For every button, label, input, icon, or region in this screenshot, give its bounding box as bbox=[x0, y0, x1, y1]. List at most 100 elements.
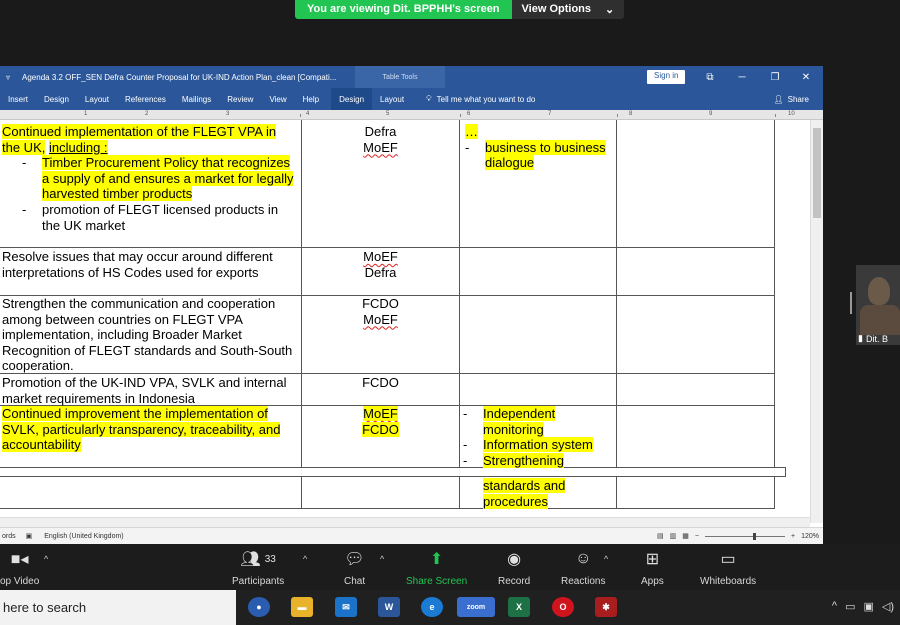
share-screen-icon: ⬆︎ bbox=[429, 551, 444, 568]
read-mode-icon[interactable]: ▤ bbox=[657, 532, 664, 540]
tab-table-layout[interactable]: Layout bbox=[372, 95, 412, 104]
tab-help[interactable]: Help bbox=[295, 95, 327, 104]
share-label: Share bbox=[787, 94, 809, 104]
view-options-button[interactable]: View Options ⌄ bbox=[511, 0, 625, 19]
video-options-caret-icon[interactable]: ^ bbox=[44, 554, 48, 564]
row1-lead-text: Continued implementation of the FLEGT VP… bbox=[2, 124, 277, 155]
row1-org-1: Defra bbox=[364, 124, 397, 139]
document-title: Agenda 3.2 OFF_SEN Defra Counter Proposa… bbox=[22, 72, 337, 82]
quick-access-caret-icon[interactable]: ▿ bbox=[6, 73, 10, 82]
tab-insert[interactable]: Insert bbox=[0, 95, 36, 104]
row1-bullet-2-text: promotion of FLEGT licensed products in … bbox=[42, 201, 279, 233]
vertical-scrollbar[interactable] bbox=[810, 120, 823, 523]
volume-icon[interactable]: ◁) bbox=[882, 600, 894, 613]
row4-org-cell[interactable]: FCDO bbox=[302, 375, 459, 391]
print-layout-icon[interactable]: ▥ bbox=[670, 532, 677, 540]
show-hidden-icons-icon[interactable]: ^ bbox=[832, 600, 837, 613]
participants-label: Participants bbox=[232, 576, 285, 587]
record-button[interactable]: ◉ Record bbox=[498, 548, 530, 587]
row5-output-cell[interactable]: - Independent monitoring - Information s… bbox=[463, 406, 615, 468]
chat-label: Chat bbox=[344, 576, 366, 587]
row5-org-cell[interactable]: MoEF FCDO bbox=[302, 406, 459, 437]
chat-bubble-icon: 💬︎ bbox=[344, 551, 365, 568]
network-icon[interactable]: ▭ bbox=[845, 600, 855, 613]
row1-bullet-1-text: Timber Procurement Policy that recognize… bbox=[42, 155, 294, 202]
opera-icon[interactable]: O bbox=[552, 597, 574, 617]
tab-references[interactable]: References bbox=[117, 95, 174, 104]
video-camera-icon: ■◂ bbox=[10, 551, 29, 568]
word-taskbar-icon[interactable]: W bbox=[378, 597, 400, 617]
row6-output-cell[interactable]: standards and procedures bbox=[483, 478, 613, 509]
thumbnail-drag-handle[interactable] bbox=[850, 292, 852, 314]
proofing-icon[interactable]: ▣ bbox=[26, 532, 33, 540]
chevron-down-icon: ⌄ bbox=[605, 4, 615, 16]
word-count-status[interactable]: ords bbox=[2, 533, 16, 540]
lightbulb-icon: 💡︎ bbox=[426, 94, 432, 103]
display-icon[interactable]: ▣ bbox=[863, 600, 873, 613]
horizontal-ruler[interactable]: 1 2 3 4 5 6 7 8 9 10 bbox=[0, 110, 823, 120]
chat-button[interactable]: 💬︎ Chat bbox=[344, 548, 365, 587]
mail-icon[interactable]: ✉ bbox=[335, 597, 357, 617]
share-screen-button[interactable]: ⬆︎ Share Screen bbox=[406, 548, 467, 587]
row1-output-cell[interactable]: … - business to business dialogue bbox=[465, 124, 615, 171]
tab-design[interactable]: Design bbox=[36, 95, 77, 104]
onedrive-icon[interactable]: ● bbox=[248, 597, 270, 617]
zoom-out-icon[interactable]: − bbox=[695, 533, 699, 540]
tab-table-design[interactable]: Design bbox=[331, 88, 373, 110]
tell-me-box[interactable]: 💡︎ Tell me what you want to do bbox=[426, 94, 535, 104]
signal-bars-icon: ▮ bbox=[858, 333, 863, 343]
zoom-percent[interactable]: 120% bbox=[801, 533, 819, 540]
edge-icon[interactable]: e bbox=[421, 597, 443, 617]
chat-options-caret-icon[interactable]: ^ bbox=[380, 554, 384, 564]
row1-output-1-text: business to business dialogue bbox=[485, 139, 606, 171]
file-explorer-icon[interactable]: ▬ bbox=[291, 597, 313, 617]
row5-activity-cell[interactable]: Continued improvement the implementation… bbox=[2, 406, 298, 453]
ruler-number: 10 bbox=[788, 111, 795, 117]
zoom-slider[interactable] bbox=[705, 532, 785, 540]
document-page[interactable]: Continued implementation of the FLEGT VP… bbox=[0, 120, 810, 523]
whiteboards-label: Whiteboards bbox=[700, 576, 757, 587]
row1-org-cell[interactable]: Defra MoEF bbox=[302, 124, 459, 155]
reactions-options-caret-icon[interactable]: ^ bbox=[604, 554, 608, 564]
apps-button[interactable]: ⊞ Apps bbox=[641, 548, 664, 587]
tab-layout[interactable]: Layout bbox=[77, 95, 117, 104]
ruler-number: 8 bbox=[629, 111, 633, 117]
share-button[interactable]: 👤︎ Share bbox=[773, 95, 809, 104]
tab-review[interactable]: Review bbox=[219, 95, 261, 104]
ruler-number: 4 bbox=[306, 111, 310, 117]
row3-activity-cell[interactable]: Strengthen the communication and coopera… bbox=[2, 296, 296, 374]
screen: You are viewing Dit. BPPHH's screen View… bbox=[0, 0, 900, 625]
language-status[interactable]: English (United Kingdom) bbox=[44, 533, 123, 540]
minimize-icon[interactable]: ─ bbox=[727, 66, 757, 88]
whiteboards-button[interactable]: ▭ Whiteboards bbox=[700, 548, 756, 587]
ribbon-display-options-icon[interactable]: ⧉ bbox=[695, 66, 725, 88]
tab-view[interactable]: View bbox=[261, 95, 294, 104]
row2-org-cell[interactable]: MoEF Defra bbox=[302, 249, 459, 280]
row3-org-cell[interactable]: FCDO MoEF bbox=[302, 296, 459, 327]
excel-taskbar-icon[interactable]: X bbox=[508, 597, 530, 617]
row1-activity-cell[interactable]: Continued implementation of the FLEGT VP… bbox=[2, 124, 296, 233]
participants-options-caret-icon[interactable]: ^ bbox=[303, 554, 307, 564]
taskbar-search-box[interactable]: here to search bbox=[0, 590, 236, 625]
reactions-button[interactable]: ☺︎ Reactions bbox=[561, 548, 605, 587]
video-label: op Video bbox=[0, 576, 40, 587]
person-icon: 👤︎ bbox=[773, 94, 784, 104]
status-bar: ords ▣ English (United Kingdom) ▤ ▥ ▦ − … bbox=[0, 527, 823, 544]
close-icon[interactable]: ✕ bbox=[791, 66, 821, 88]
participants-button[interactable]: 👥︎ 33 Participants bbox=[232, 548, 284, 587]
web-layout-icon[interactable]: ▦ bbox=[682, 532, 689, 540]
scrollbar-thumb[interactable] bbox=[813, 128, 821, 218]
row5-output-3: - Strengthening bbox=[463, 452, 564, 468]
row4-activity-cell[interactable]: Promotion of the UK-IND VPA, SVLK and in… bbox=[2, 375, 296, 406]
zoom-taskbar-icon[interactable]: zoom bbox=[457, 597, 495, 617]
zoom-in-icon[interactable]: + bbox=[791, 533, 795, 540]
app-icon[interactable]: ✱ bbox=[595, 597, 617, 617]
sign-in-button[interactable]: Sign in bbox=[647, 70, 686, 84]
video-button[interactable]: ■◂ op Video bbox=[0, 548, 39, 587]
row6-continuation-text: standards and procedures bbox=[483, 478, 566, 509]
tab-mailings[interactable]: Mailings bbox=[174, 95, 219, 104]
restore-icon[interactable]: ❐ bbox=[760, 66, 790, 88]
row2-activity-cell[interactable]: Resolve issues that may occur around dif… bbox=[2, 249, 296, 280]
row5-org-1: MoEF bbox=[363, 406, 398, 421]
horizontal-scrollbar[interactable] bbox=[0, 517, 810, 527]
